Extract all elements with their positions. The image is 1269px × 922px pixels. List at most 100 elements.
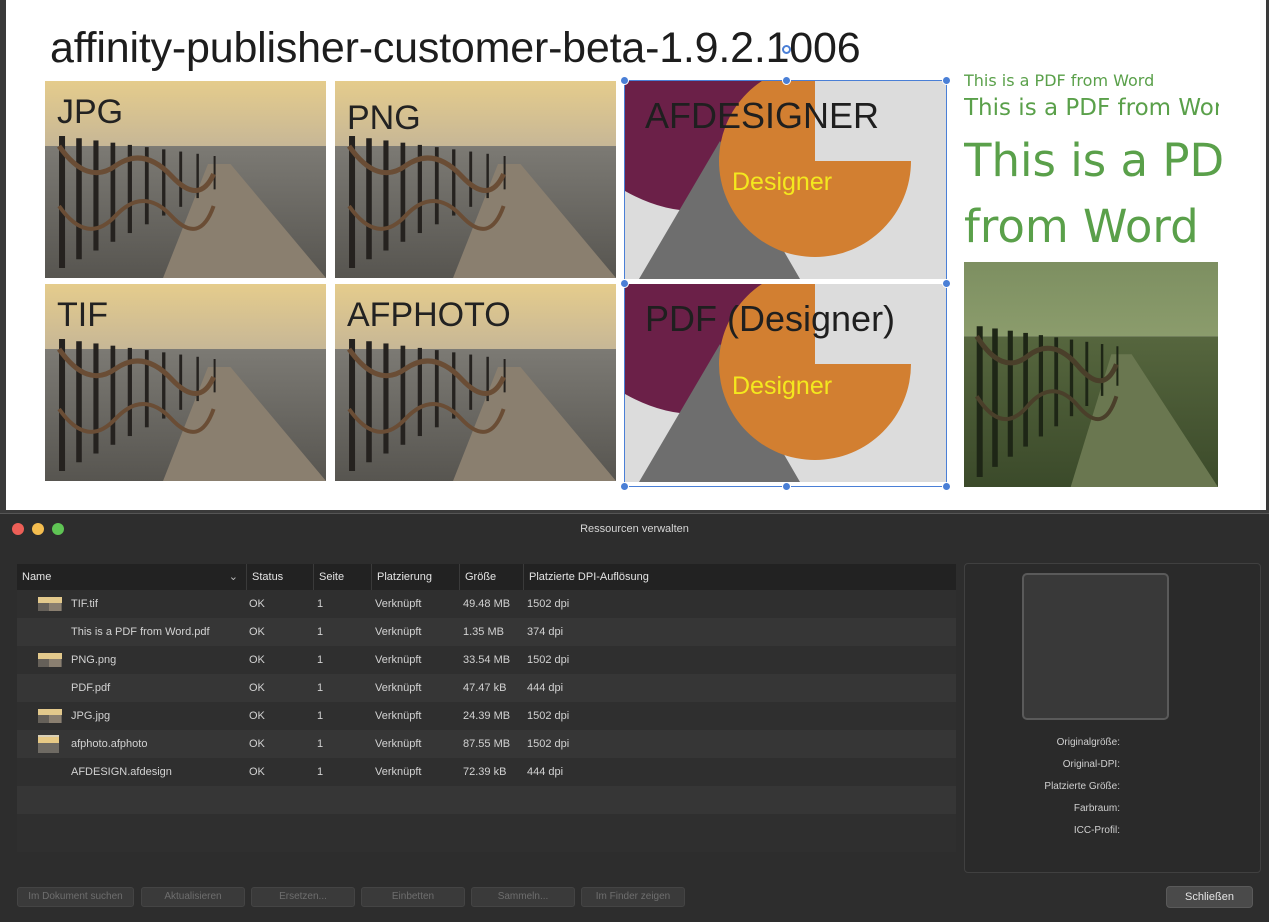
image-tile-tif[interactable]: TIF xyxy=(45,284,326,481)
table-cell-page: 1 xyxy=(317,710,324,722)
find-in-document-button[interactable]: Im Dokument suchen xyxy=(17,887,134,907)
designer-word: Designer xyxy=(732,372,833,400)
table-row[interactable]: afphoto.afphoto OK 1 Verknüpft 87.55 MB 1502 … xyxy=(17,730,956,758)
table-cell-status: OK xyxy=(249,626,265,638)
table-cell-placement: Verknüpft xyxy=(375,710,422,722)
table-cell-name: AFDESIGN.afdesign xyxy=(71,766,172,778)
tile-label-png: PNG xyxy=(347,99,421,137)
table-cell-size: 87.55 MB xyxy=(463,738,511,750)
pdf-text-medium[interactable]: This is a PDF from Wor xyxy=(964,95,1219,121)
table-cell-placement: Verknüpft xyxy=(375,682,422,694)
table-cell-size: 72.39 kB xyxy=(463,766,507,778)
info-label-original-dpi: Original-DPI: xyxy=(1062,759,1120,770)
table-cell-size: 33.54 MB xyxy=(463,654,511,666)
table-row[interactable]: JPG.jpg OK 1 Verknüpft 24.39 MB 1502 dpi xyxy=(17,702,956,730)
table-cell-page: 1 xyxy=(317,766,324,778)
pdf-text-small[interactable]: This is a PDF from Word xyxy=(964,71,1254,90)
table-row[interactable]: AFDESIGN.afdesign OK 1 Verknüpft 72.39 kB 444… xyxy=(17,758,956,786)
embed-button[interactable]: Einbetten xyxy=(361,887,465,907)
table-cell-dpi: 374 dpi xyxy=(527,626,564,638)
table-cell-status: OK xyxy=(249,654,265,666)
info-label-placed-size: Platzierte Größe: xyxy=(1044,781,1120,792)
table-cell-placement: Verknüpft xyxy=(375,626,422,638)
table-cell-name: This is a PDF from Word.pdf xyxy=(71,626,210,638)
table-cell-name: PDF.pdf xyxy=(71,682,111,694)
document-title-text[interactable]: affinity-publisher-customer-beta-1.9.2.1… xyxy=(50,24,861,73)
table-cell-name: TIF.tif xyxy=(71,598,98,610)
pier-thumbnail xyxy=(38,597,62,611)
document-canvas[interactable]: affinity-publisher-customer-beta-1.9.2.1… xyxy=(0,0,1269,513)
table-cell-page: 1 xyxy=(317,654,324,666)
resource-preview xyxy=(1022,573,1169,720)
resource-info-panel: Originalgröße: Original-DPI: Platzierte … xyxy=(964,563,1261,873)
column-header-placement[interactable]: Platzierung xyxy=(371,564,459,590)
column-header-status[interactable]: Status xyxy=(246,564,313,590)
table-row[interactable]: PDF.pdf OK 1 Verknüpft 47.47 kB 444 dpi xyxy=(17,674,956,702)
table-cell-dpi: 1502 dpi xyxy=(527,598,570,610)
dialog-title: Ressourcen verwalten xyxy=(580,523,689,535)
show-in-finder-button[interactable]: Im Finder zeigen xyxy=(581,887,685,907)
pdf-text-large-2[interactable]: from Word xyxy=(964,200,1224,253)
pdf-text-large-1[interactable]: This is a PD xyxy=(964,134,1224,187)
table-cell-placement: Verknüpft xyxy=(375,598,422,610)
table-cell-status: OK xyxy=(249,682,265,694)
pier-thumbnail xyxy=(38,709,62,723)
image-tile-afdesigner[interactable]: AFDESIGNER Designer xyxy=(625,81,946,279)
table-cell-status: OK xyxy=(249,766,265,778)
table-cell-dpi: 444 dpi xyxy=(527,766,564,778)
table-cell-page: 1 xyxy=(317,682,324,694)
table-cell-name: JPG.jpg xyxy=(71,710,111,722)
table-cell-page: 1 xyxy=(317,626,324,638)
table-cell-dpi: 1502 dpi xyxy=(527,710,570,722)
table-row-empty xyxy=(17,814,956,842)
tile-label-afdesigner: AFDESIGNER xyxy=(645,95,880,136)
table-cell-status: OK xyxy=(249,710,265,722)
table-cell-size: 1.35 MB xyxy=(463,626,504,638)
replace-button[interactable]: Ersetzen... xyxy=(251,887,355,907)
table-row-empty xyxy=(17,786,956,814)
image-tile-jpg[interactable]: JPG xyxy=(45,81,326,278)
tile-label-tif: TIF xyxy=(57,296,108,334)
table-cell-dpi: 444 dpi xyxy=(527,682,564,694)
image-tile-afphoto[interactable]: AFPHOTO xyxy=(335,284,616,481)
chevron-down-icon[interactable]: ⌄ xyxy=(229,564,238,590)
image-tile-green-pier[interactable] xyxy=(964,262,1218,487)
table-cell-page: 1 xyxy=(317,738,324,750)
column-header-dpi[interactable]: Platzierte DPI-Auflösung xyxy=(523,564,956,590)
table-header: Name ⌄ Status Seite Platzierung Größe Pla… xyxy=(17,564,956,590)
info-label-original-size: Originalgröße: xyxy=(1056,737,1120,748)
table-cell-name: afphoto.afphoto xyxy=(71,738,148,750)
column-header-name[interactable]: Name ⌄ xyxy=(17,564,246,590)
table-cell-placement: Verknüpft xyxy=(375,766,422,778)
close-button[interactable]: Schließen xyxy=(1166,886,1253,908)
table-cell-placement: Verknüpft xyxy=(375,738,422,750)
tile-label-jpg: JPG xyxy=(57,93,124,131)
update-button[interactable]: Aktualisieren xyxy=(141,887,245,907)
dialog-titlebar[interactable]: Ressourcen verwalten xyxy=(0,514,1269,544)
image-tile-png[interactable]: PNG xyxy=(335,81,616,278)
table-cell-status: OK xyxy=(249,738,265,750)
column-header-page[interactable]: Seite xyxy=(313,564,371,590)
tile-label-pdf-designer: PDF (Designer) xyxy=(645,298,896,339)
table-cell-name: PNG.png xyxy=(71,654,117,666)
table-cell-page: 1 xyxy=(317,598,324,610)
table-cell-dpi: 1502 dpi xyxy=(527,654,570,666)
table-cell-size: 49.48 MB xyxy=(463,598,511,610)
table-cell-status: OK xyxy=(249,598,265,610)
resources-table[interactable]: Name ⌄ Status Seite Platzierung Größe Pla… xyxy=(17,564,956,852)
info-label-color-space: Farbraum: xyxy=(1073,803,1120,814)
table-row[interactable]: PNG.png OK 1 Verknüpft 33.54 MB 1502 dpi xyxy=(17,646,956,674)
table-cell-size: 47.47 kB xyxy=(463,682,507,694)
table-row[interactable]: This is a PDF from Word.pdf OK 1 Verknüpft 1… xyxy=(17,618,956,646)
table-row[interactable]: TIF.tif OK 1 Verknüpft 49.48 MB 1502 dpi xyxy=(17,590,956,618)
designer-word: Designer xyxy=(732,168,833,196)
info-label-icc-profile: ICC-Profil: xyxy=(1073,825,1120,836)
manage-resources-dialog: Ressourcen verwalten Name ⌄ Status Seite … xyxy=(0,513,1269,922)
table-cell-dpi: 1502 dpi xyxy=(527,738,570,750)
pier-thumbnail xyxy=(38,653,62,667)
image-tile-pdf-designer[interactable]: PDF (Designer) Designer xyxy=(625,284,946,482)
collect-button[interactable]: Sammeln... xyxy=(471,887,575,907)
afphoto-thumbnail xyxy=(38,735,59,753)
column-header-size[interactable]: Größe xyxy=(459,564,523,590)
table-cell-placement: Verknüpft xyxy=(375,654,422,666)
